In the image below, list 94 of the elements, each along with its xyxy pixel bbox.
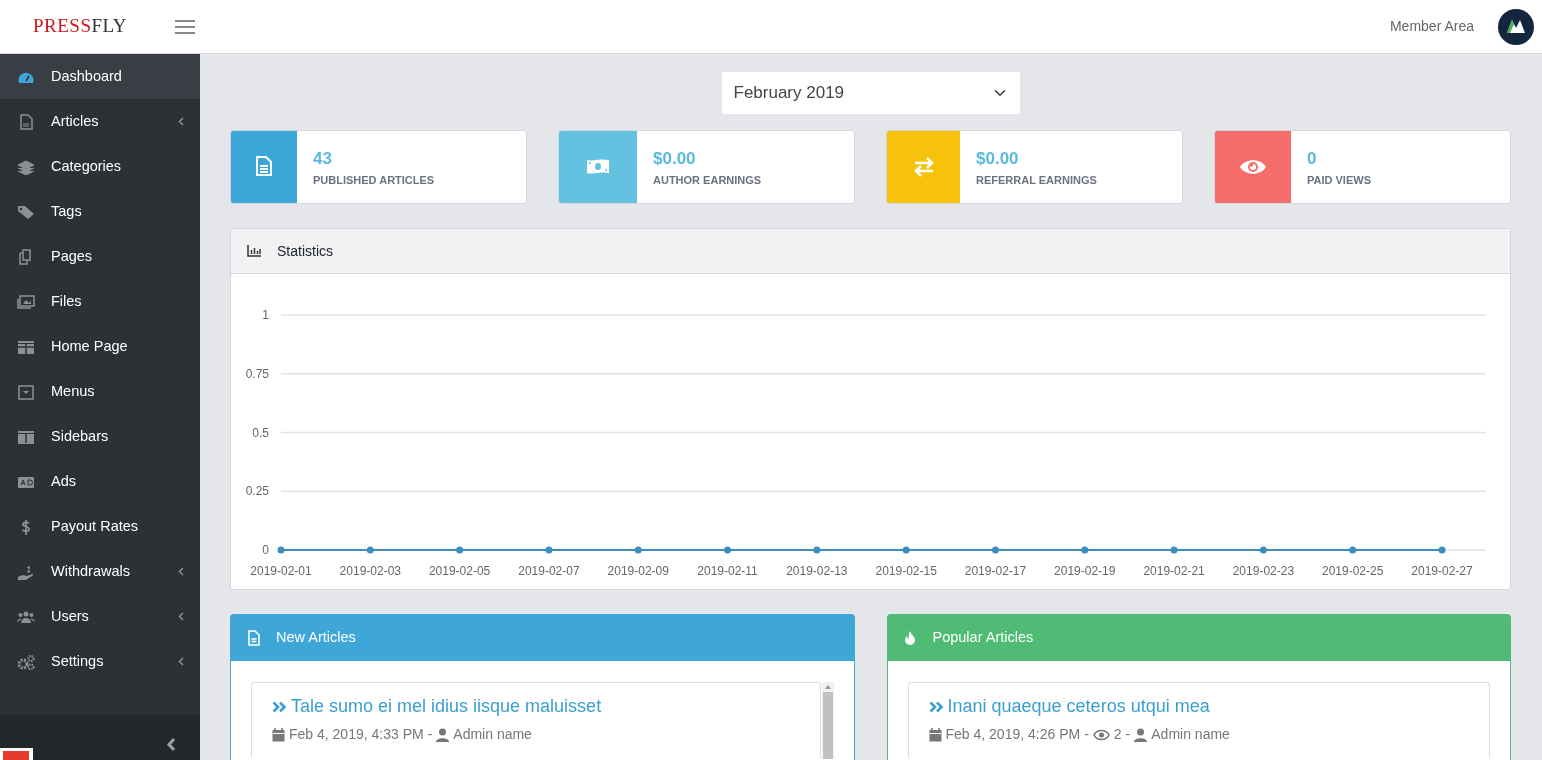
x-axis-label: 2019-02-01: [250, 564, 312, 578]
data-point: [1349, 546, 1357, 554]
x-axis-label: 2019-02-07: [518, 564, 580, 578]
data-point: [991, 546, 999, 554]
info-box-label: REFERRAL EARNINGS: [976, 172, 1097, 188]
user-icon: [436, 727, 450, 742]
separator-text: -: [1125, 725, 1131, 744]
sidebar-item[interactable]: Menus: [0, 369, 200, 414]
article-date: Feb 4, 2019, 4:33 PM: [289, 725, 424, 744]
month-select[interactable]: February 2019: [721, 72, 1020, 114]
data-point: [724, 546, 732, 554]
sidebar-item[interactable]: Users: [0, 594, 200, 639]
sidebar-item[interactable]: Withdrawals: [0, 549, 200, 594]
data-point: [545, 546, 553, 554]
file-icon: [247, 630, 260, 646]
dropdown-icon: [17, 383, 35, 400]
gears-icon: [17, 653, 35, 670]
info-box-value: $0.00: [976, 148, 1020, 170]
data-point: [634, 546, 642, 554]
statistics-title: Statistics: [277, 241, 333, 261]
info-box-label: PUBLISHED ARTICLES: [313, 172, 435, 188]
panel-title: New Articles: [276, 628, 356, 648]
x-axis-label: 2019-02-19: [1054, 564, 1116, 578]
article-author: Admin name: [453, 725, 532, 744]
x-axis-label: 2019-02-21: [1143, 564, 1205, 578]
layers-icon: [17, 158, 35, 175]
sidebar-item[interactable]: Articles: [0, 99, 200, 144]
tag-icon: [17, 203, 35, 220]
user-icon: [1134, 727, 1148, 742]
x-axis-label: 2019-02-15: [875, 564, 937, 578]
y-axis-label: 0.5: [252, 425, 269, 440]
info-box-value: 43: [313, 148, 333, 170]
sidebar-item[interactable]: Sidebars: [0, 414, 200, 459]
table-icon: [17, 338, 35, 355]
sidebar-item[interactable]: Categories: [0, 144, 200, 189]
article-author: Admin name: [1151, 725, 1230, 744]
data-point: [1259, 546, 1267, 554]
calendar-icon: [272, 727, 285, 742]
panel-title: Popular Articles: [932, 628, 1034, 648]
double-chevron-icon: [272, 700, 287, 713]
logo-text: PRESSFLY: [33, 14, 127, 39]
x-axis-label: 2019-02-25: [1322, 564, 1384, 578]
file-icon: [17, 113, 35, 130]
sidebar-item[interactable]: Tags: [0, 189, 200, 234]
x-axis-label: 2019-02-27: [1411, 564, 1473, 578]
info-box-value: $0.00: [653, 148, 697, 170]
app-logo-icon: [0, 748, 33, 760]
sidebar-item[interactable]: Settings: [0, 639, 200, 684]
x-axis-label: 2019-02-11: [697, 564, 758, 578]
info-box-value: 0: [1307, 148, 1318, 170]
article-date: Feb 4, 2019, 4:26 PM: [945, 725, 1081, 744]
sidebar-item[interactable]: Files: [0, 279, 200, 324]
document-icon: [254, 156, 274, 178]
x-axis-label: 2019-02-23: [1232, 564, 1295, 578]
x-axis-label: 2019-02-03: [339, 564, 401, 578]
flame-icon: [903, 630, 917, 646]
x-axis-label: 2019-02-09: [607, 564, 669, 578]
y-axis-label: 0.75: [245, 366, 269, 381]
scrollbar[interactable]: [821, 682, 834, 759]
y-axis-label: 0.25: [245, 484, 269, 499]
member-area-link[interactable]: Member Area: [1389, 16, 1474, 37]
bar-chart-icon: [247, 245, 261, 257]
data-point: [1081, 546, 1089, 554]
exchange-arrows-icon: [912, 156, 935, 178]
info-box-label: AUTHOR EARNINGS: [653, 172, 762, 188]
data-point: [456, 546, 464, 554]
data-point: [277, 546, 285, 554]
separator-text: -: [1084, 725, 1089, 744]
info-box-label: PAID VIEWS: [1307, 172, 1371, 188]
x-axis-label: 2019-02-05: [428, 564, 491, 578]
data-point: [813, 546, 821, 554]
data-point: [1170, 546, 1178, 554]
x-axis-label: 2019-02-17: [964, 564, 1027, 578]
x-axis-label: 2019-02-13: [786, 564, 848, 578]
hand-coin-icon: [17, 563, 35, 580]
article-views: 2: [1113, 725, 1122, 744]
sidebar-item[interactable]: Home Page: [0, 324, 200, 369]
logo-badge-icon: [1498, 8, 1534, 45]
sidebar-item[interactable]: Pages: [0, 234, 200, 279]
y-axis-label: 1: [262, 308, 269, 322]
collapse-sidebar-icon[interactable]: [166, 737, 176, 752]
eye-icon: [1092, 728, 1110, 741]
data-point: [1438, 546, 1446, 554]
sidebar-item[interactable]: Ads: [0, 459, 200, 504]
double-chevron-icon: [928, 700, 944, 713]
y-axis-label: 0: [262, 543, 269, 557]
columns-icon: [17, 428, 35, 445]
sidebar-item[interactable]: Payout Rates: [0, 504, 200, 549]
separator-text: -: [427, 725, 433, 744]
sidebar-item[interactable]: Dashboard: [0, 54, 200, 99]
calendar-icon: [928, 727, 942, 742]
data-point: [366, 546, 374, 554]
data-point: [902, 546, 910, 554]
images-icon: [17, 293, 35, 310]
